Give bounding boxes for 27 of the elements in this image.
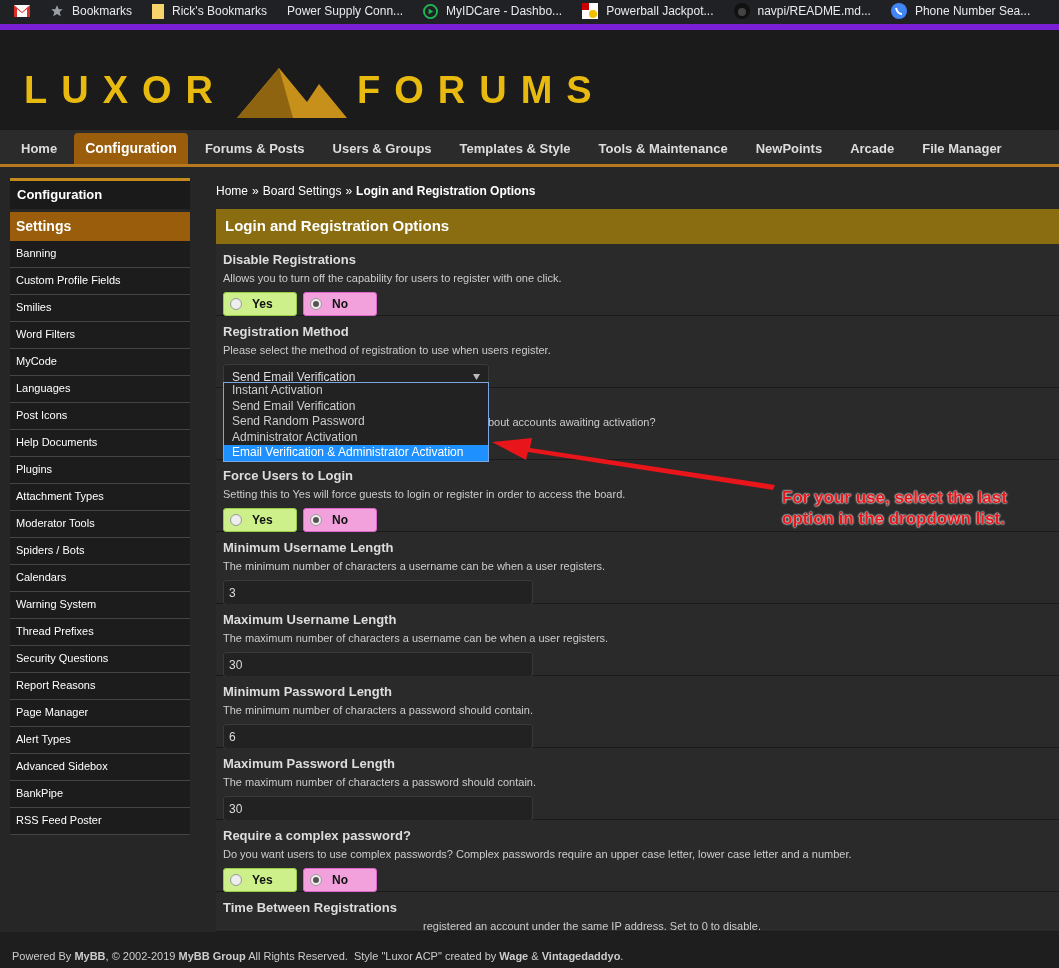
annotation-text: For your use, select the last option in the dropdown list.	[782, 487, 1008, 529]
logo-text: LUXOR	[24, 67, 227, 113]
setting-description: The maximum number of characters a username can be when a user registers.	[223, 630, 609, 646]
sidebar-title: Configuration	[10, 178, 190, 209]
setting-title: Force Users to Login	[223, 467, 354, 485]
setting-title: Maximum Password Length	[223, 755, 395, 773]
setting-description: The minimum number of characters a username can be when a user registers.	[223, 558, 606, 574]
panel-header: Login and Registration Options	[216, 209, 1059, 244]
setting-title: Registration Method	[223, 323, 349, 341]
setting-description: Please select the method of registration to use when users register.	[223, 342, 551, 358]
breadcrumb-separator: »	[345, 183, 353, 200]
setting-description: The maximum number of characters a password should contain.	[223, 774, 537, 790]
setting-title: Time Between Registrations	[223, 899, 397, 917]
setting-description: Allows you to turn off the capability for users to register with one click.	[223, 270, 562, 286]
logo-text: FORUMS	[357, 67, 606, 113]
sidebar-section: Settings	[10, 211, 190, 241]
setting-description: Setting this to Yes will force guests to login or register in order to access the board.	[223, 486, 626, 502]
setting-description: bout accounts awaiting activation?	[488, 415, 656, 430]
setting-title: Disable Registrations	[223, 251, 356, 269]
setting-title: Minimum Username Length	[223, 539, 394, 557]
setting-title: Minimum Password Length	[223, 683, 392, 701]
setting-title: Require a complex password?	[223, 827, 411, 845]
breadcrumb-separator: »	[252, 183, 259, 200]
setting-description: The minimum number of characters a password should contain.	[223, 702, 533, 718]
setting-title: Maximum Username Length	[223, 611, 397, 629]
setting-description: registered an account under the same IP address. Set to 0 to disable.	[423, 918, 761, 934]
setting-description: Do you want users to use complex passwords? Complex passwords require an upper case letter, lower case letter and a number.	[223, 846, 852, 862]
